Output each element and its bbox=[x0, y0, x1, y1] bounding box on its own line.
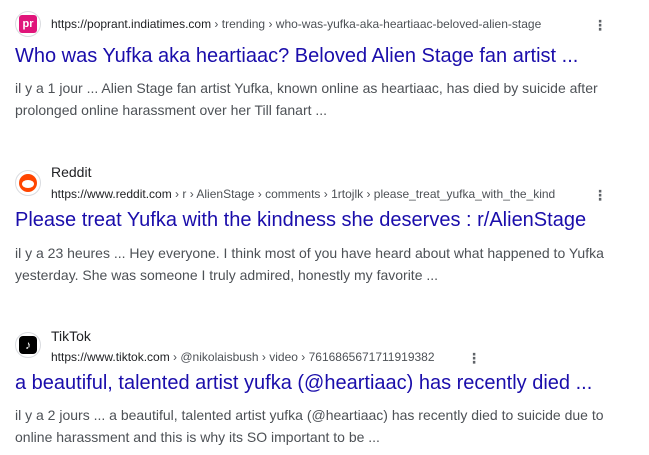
result-snippet: il y a 2 jours ... a beautiful, talented… bbox=[15, 407, 604, 445]
result-title-link[interactable]: Who was Yufka aka heartiaac? Beloved Ali… bbox=[15, 45, 578, 68]
url-path: › @nikolaisbush › video › 76168656717119… bbox=[169, 350, 435, 364]
reddit-favicon-icon bbox=[15, 170, 41, 196]
more-options-icon[interactable]: ⋮ bbox=[593, 18, 607, 32]
result-site-name: TikTok bbox=[51, 328, 91, 344]
url-path: › r › AlienStage › comments › 1rtojlk › … bbox=[171, 187, 556, 201]
result-snippet: il y a 23 heures ... Hey everyone. I thi… bbox=[15, 245, 604, 283]
poprant-favicon-icon: pr bbox=[15, 11, 41, 37]
more-options-icon[interactable]: ⋮ bbox=[467, 351, 481, 365]
result-title-link[interactable]: Please treat Yufka with the kindness she… bbox=[15, 209, 586, 232]
result-url[interactable]: https://www.reddit.com › r › AlienStage … bbox=[51, 187, 555, 201]
result-site-name: Reddit bbox=[51, 164, 92, 180]
url-base: https://www.tiktok.com bbox=[51, 350, 170, 364]
poprant-logo: pr bbox=[19, 15, 37, 33]
result-snippet: il y a 1 jour ... Alien Stage fan artist… bbox=[15, 80, 598, 118]
tiktok-logo: ♪ bbox=[19, 336, 37, 354]
more-options-icon[interactable]: ⋮ bbox=[593, 188, 607, 202]
result-title-link[interactable]: a beautiful, talented artist yufka (@hea… bbox=[15, 372, 592, 395]
url-base: https://www.reddit.com bbox=[51, 187, 172, 201]
url-base: https://poprant.indiatimes.com bbox=[51, 17, 212, 31]
url-path: › trending › who-was-yufka-aka-heartiaac… bbox=[211, 17, 542, 31]
result-url[interactable]: https://poprant.indiatimes.com › trendin… bbox=[51, 17, 541, 31]
tiktok-favicon-icon: ♪ bbox=[15, 332, 41, 358]
reddit-logo bbox=[19, 174, 37, 192]
result-url[interactable]: https://www.tiktok.com › @nikolaisbush ›… bbox=[51, 350, 435, 364]
